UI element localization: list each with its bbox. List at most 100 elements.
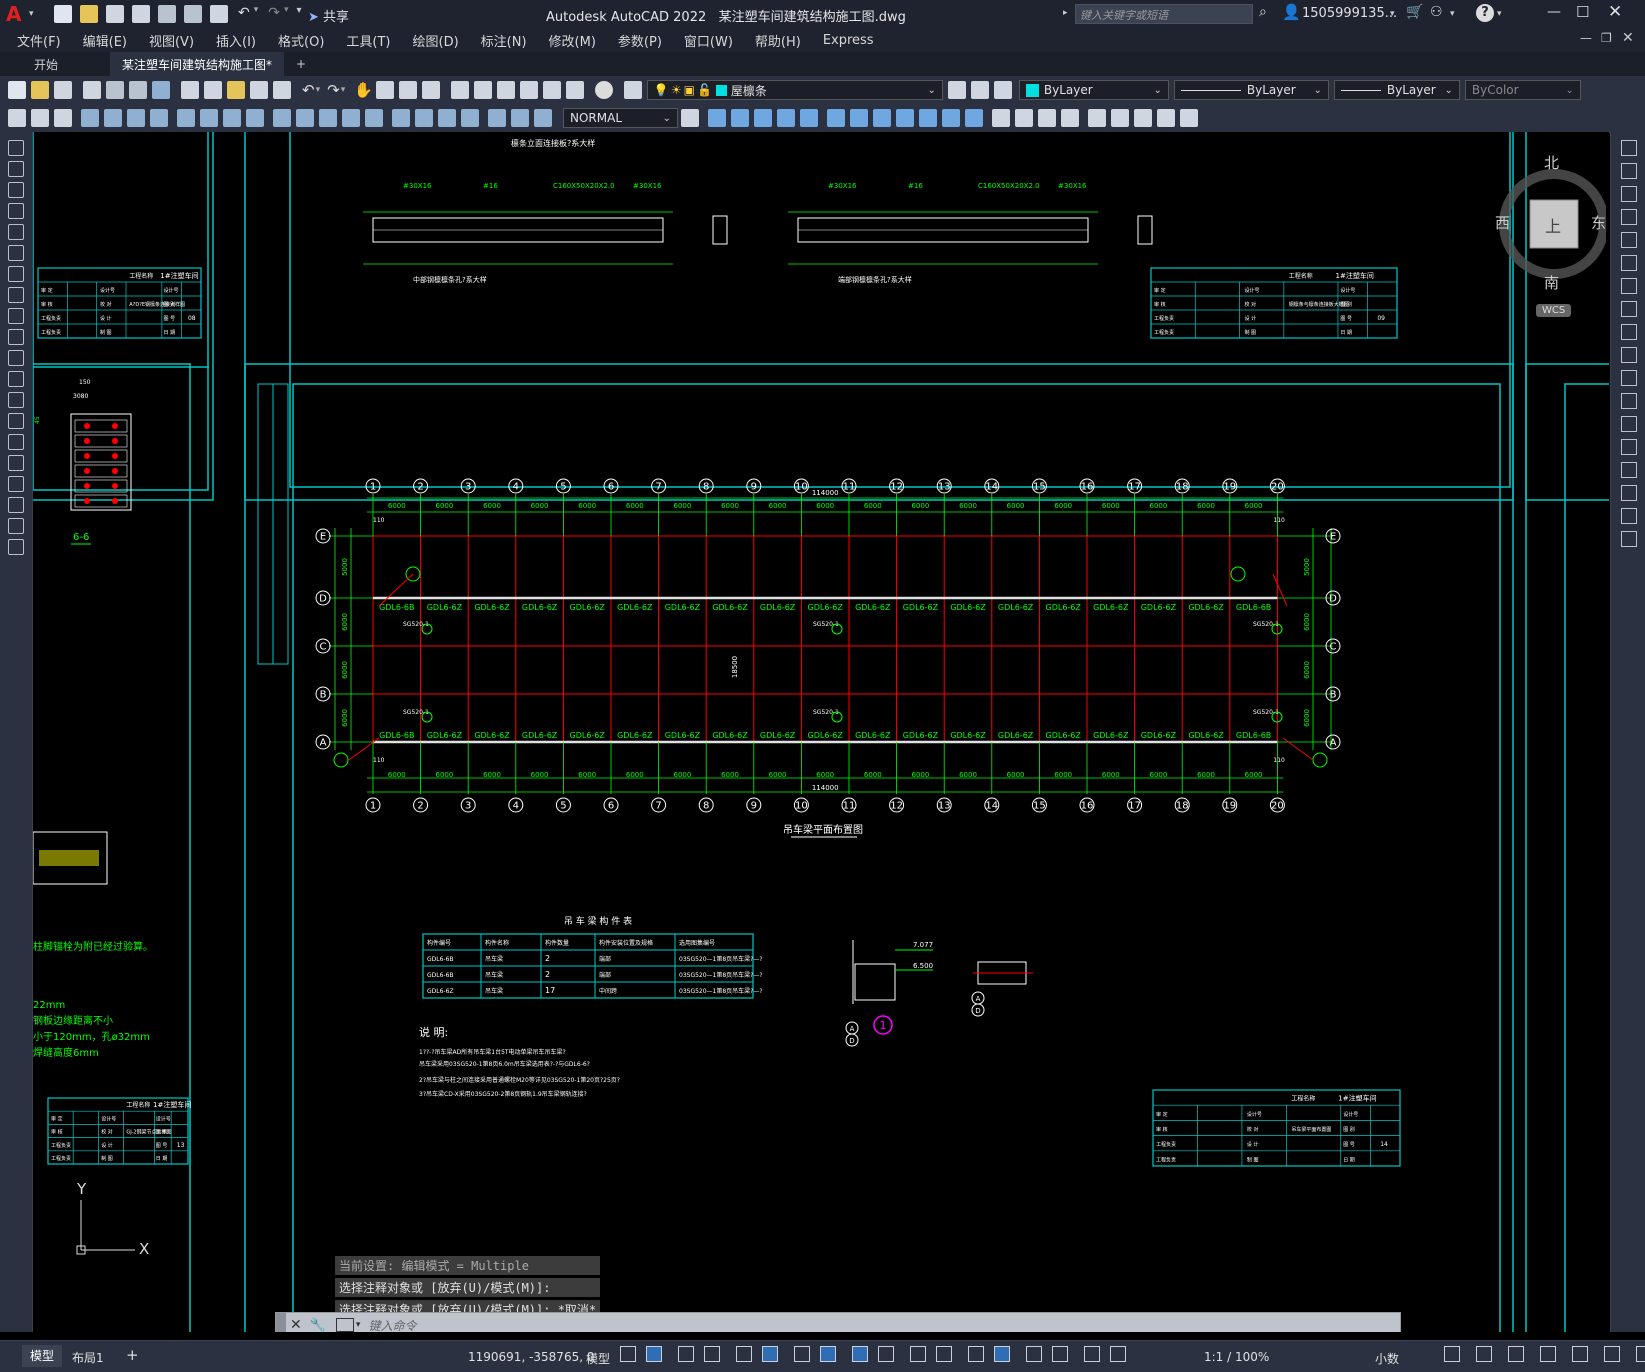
- viewcube-north[interactable]: 北: [1544, 152, 1559, 173]
- search-expand-icon[interactable]: ▸: [1063, 8, 1068, 18]
- file-tab-1[interactable]: 某注塑车间建筑结构施工图*: [110, 52, 285, 76]
- viewcube[interactable]: 北 南 西 东 上 WCS: [1495, 152, 1609, 317]
- help-tb-icon[interactable]: [594, 81, 613, 99]
- block-editor-icon[interactable]: [273, 81, 291, 99]
- model-space-toggle[interactable]: 模型: [586, 1350, 610, 1367]
- linetype-dropdown[interactable]: ByLayer ⌄: [1173, 80, 1329, 100]
- rotate-icon[interactable]: [1620, 278, 1637, 294]
- menu-item-0[interactable]: 文件(F): [17, 31, 61, 50]
- a360-icon[interactable]: ⚇: [1430, 4, 1443, 20]
- annotation-monitor-icon[interactable]: [1476, 1346, 1492, 1362]
- circle-icon[interactable]: [8, 266, 24, 282]
- edit-tb-icon-1[interactable]: [8, 109, 26, 127]
- sheet-set-icon[interactable]: [519, 81, 538, 99]
- render-hide-icon[interactable]: [992, 109, 1010, 127]
- auto-scale-icon[interactable]: [1110, 1346, 1126, 1362]
- isodraft-icon[interactable]: [794, 1346, 810, 1362]
- plot-tb-icon[interactable]: [83, 81, 101, 99]
- color-dropdown[interactable]: ByLayer ⌄: [1018, 80, 1169, 100]
- plot-icon[interactable]: [210, 5, 228, 23]
- render-scene-icon[interactable]: [1038, 109, 1056, 127]
- jogged-linear-icon[interactable]: [461, 109, 479, 127]
- ucs-face-icon[interactable]: [1157, 109, 1175, 127]
- 3d-osnap-icon[interactable]: [968, 1346, 984, 1362]
- dim-aligned-icon[interactable]: [104, 109, 122, 127]
- viewcube-east[interactable]: 东: [1591, 212, 1606, 233]
- wcs-menu[interactable]: WCS: [1536, 304, 1572, 317]
- table-icon[interactable]: [8, 497, 24, 513]
- menu-item-8[interactable]: 修改(M): [549, 31, 596, 50]
- ellipse-arc-icon[interactable]: [8, 350, 24, 366]
- tool-palettes-icon[interactable]: [496, 81, 515, 99]
- workspace-switching-icon[interactable]: [1444, 1346, 1460, 1362]
- redo-tb-dropdown-icon[interactable]: ▾: [341, 85, 346, 95]
- file-tab-2[interactable]: +: [284, 52, 318, 76]
- zoom-previous-icon[interactable]: [421, 81, 440, 99]
- line-icon[interactable]: [8, 140, 24, 156]
- save-web-icon[interactable]: [184, 5, 202, 23]
- layer-dropdown[interactable]: 💡 ☀ ▣ 🔓 屋檩条 ⌄: [646, 80, 943, 100]
- save-tb-icon[interactable]: [54, 81, 72, 99]
- dim-text-edit-icon[interactable]: [511, 109, 529, 127]
- region-icon[interactable]: [8, 476, 24, 492]
- menu-item-3[interactable]: 插入(I): [216, 31, 256, 50]
- dim-continue-icon[interactable]: [319, 109, 337, 127]
- menu-item-2[interactable]: 视图(V): [149, 31, 194, 50]
- dim-ordinate-icon[interactable]: [150, 109, 168, 127]
- menu-item-9[interactable]: 参数(P): [618, 31, 662, 50]
- add-layout-button[interactable]: +: [126, 1346, 139, 1364]
- move-icon[interactable]: [1620, 255, 1637, 271]
- slice-icon[interactable]: [873, 109, 891, 127]
- quick-dim-icon[interactable]: [273, 109, 291, 127]
- section-icon[interactable]: [896, 109, 914, 127]
- polar-icon[interactable]: [762, 1346, 778, 1362]
- model-tab[interactable]: 模型: [22, 1345, 63, 1367]
- grid-icon[interactable]: [620, 1346, 636, 1362]
- dim-edit-icon[interactable]: [488, 109, 506, 127]
- drawing-canvas[interactable]: 檩条立面连接板?系大样 #30X16 #16 C160X50X20X2.0 #30X16…: [33, 132, 1609, 1332]
- render-icon[interactable]: [1015, 109, 1033, 127]
- paste-icon[interactable]: [227, 81, 245, 99]
- mtext-icon[interactable]: [8, 518, 24, 534]
- doc-minimize-icon[interactable]: —: [1580, 31, 1592, 45]
- explode-icon[interactable]: [1620, 531, 1637, 547]
- snap-mode-icon[interactable]: [646, 1346, 662, 1362]
- trim-icon[interactable]: [1620, 347, 1637, 363]
- extend-icon[interactable]: [1620, 370, 1637, 386]
- lineweight-dropdown[interactable]: ByLayer ⌄: [1333, 80, 1460, 100]
- dim-linear-icon[interactable]: [81, 109, 99, 127]
- interfere-icon[interactable]: [919, 109, 937, 127]
- a360-dropdown-icon[interactable]: ▾: [1450, 9, 1455, 19]
- object-snap-icon[interactable]: [852, 1346, 868, 1362]
- viewcube-west[interactable]: 西: [1495, 212, 1510, 233]
- units-setting[interactable]: 小数: [1375, 1350, 1399, 1367]
- plotstyle-dropdown[interactable]: ByColor ⌄: [1464, 80, 1581, 100]
- match-prop-icon[interactable]: [250, 81, 268, 99]
- break-icon[interactable]: [1620, 416, 1637, 432]
- hatch-icon[interactable]: [8, 434, 24, 450]
- menu-item-11[interactable]: 帮助(H): [755, 31, 801, 50]
- save-icon[interactable]: [106, 5, 124, 23]
- gizmo-icon[interactable]: [1052, 1346, 1068, 1362]
- dim-diameter-icon[interactable]: [223, 109, 241, 127]
- menu-item-5[interactable]: 工具(T): [346, 31, 390, 50]
- redo-icon[interactable]: ↷: [268, 5, 280, 23]
- doc-close-icon[interactable]: ✕: [1622, 30, 1634, 46]
- dim-radius-icon[interactable]: [177, 109, 195, 127]
- ellipse-icon[interactable]: [8, 329, 24, 345]
- search-input[interactable]: 键入关键字或短语: [1075, 4, 1253, 24]
- app-menu-chevron-icon[interactable]: ▾: [29, 9, 34, 19]
- layout-tab[interactable]: 布局1: [72, 1349, 104, 1366]
- open-icon[interactable]: [31, 81, 49, 99]
- new-file-icon[interactable]: [54, 5, 72, 23]
- ucs-previous-icon[interactable]: [1134, 109, 1152, 127]
- command-line[interactable]: ✕ 🔧 ▾ 键入命令: [275, 1312, 1401, 1332]
- units-dropdown-icon[interactable]: [1508, 1346, 1524, 1362]
- copy-obj-icon[interactable]: [1620, 163, 1637, 179]
- lock-ui-icon[interactable]: [1572, 1346, 1588, 1362]
- revolve-icon[interactable]: [850, 109, 868, 127]
- command-input[interactable]: 键入命令: [368, 1317, 416, 1333]
- cut-icon[interactable]: [181, 81, 199, 99]
- add-selected-icon[interactable]: [8, 539, 24, 555]
- publish-icon[interactable]: [129, 81, 147, 99]
